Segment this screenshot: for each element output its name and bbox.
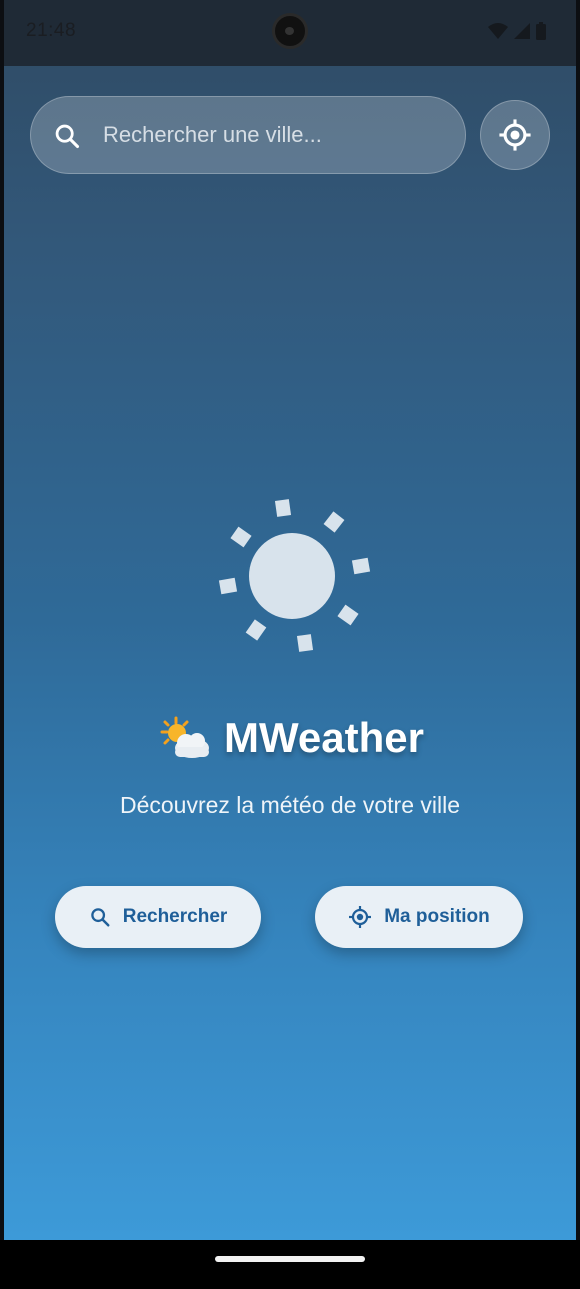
home-indicator[interactable] <box>215 1256 365 1262</box>
app-screen: 21:48 Rechercher une ville... MWeather D… <box>4 0 576 1240</box>
wifi-icon <box>488 23 508 39</box>
search-icon <box>55 124 80 149</box>
status-bar: 21:48 <box>4 0 576 66</box>
locate-icon <box>499 119 531 151</box>
my-position-button-label: Ma position <box>384 906 490 927</box>
search-city-button-label: Rechercher <box>122 906 228 927</box>
cell-signal-icon <box>514 23 530 39</box>
locate-icon <box>349 906 372 928</box>
phone-frame: 21:48 Rechercher une ville... MWeather D… <box>0 0 580 1289</box>
locate-button[interactable] <box>480 100 550 170</box>
sun-behind-cloud-icon <box>160 716 210 758</box>
status-icons <box>488 22 546 40</box>
sun-icon <box>210 494 374 658</box>
app-title-row: MWeather <box>4 708 576 768</box>
search-icon <box>90 908 110 927</box>
search-input[interactable] <box>103 115 443 155</box>
battery-icon <box>536 22 546 40</box>
search-city-button[interactable]: Rechercher <box>55 886 261 948</box>
camera-cutout <box>272 13 308 49</box>
status-time: 21:48 <box>26 20 77 41</box>
navigation-bar <box>0 1240 580 1289</box>
app-subtitle: Découvrez la météo de votre ville <box>119 792 461 818</box>
app-title: MWeather <box>224 714 424 761</box>
search-bar[interactable] <box>30 96 466 174</box>
my-position-button[interactable]: Ma position <box>315 886 523 948</box>
